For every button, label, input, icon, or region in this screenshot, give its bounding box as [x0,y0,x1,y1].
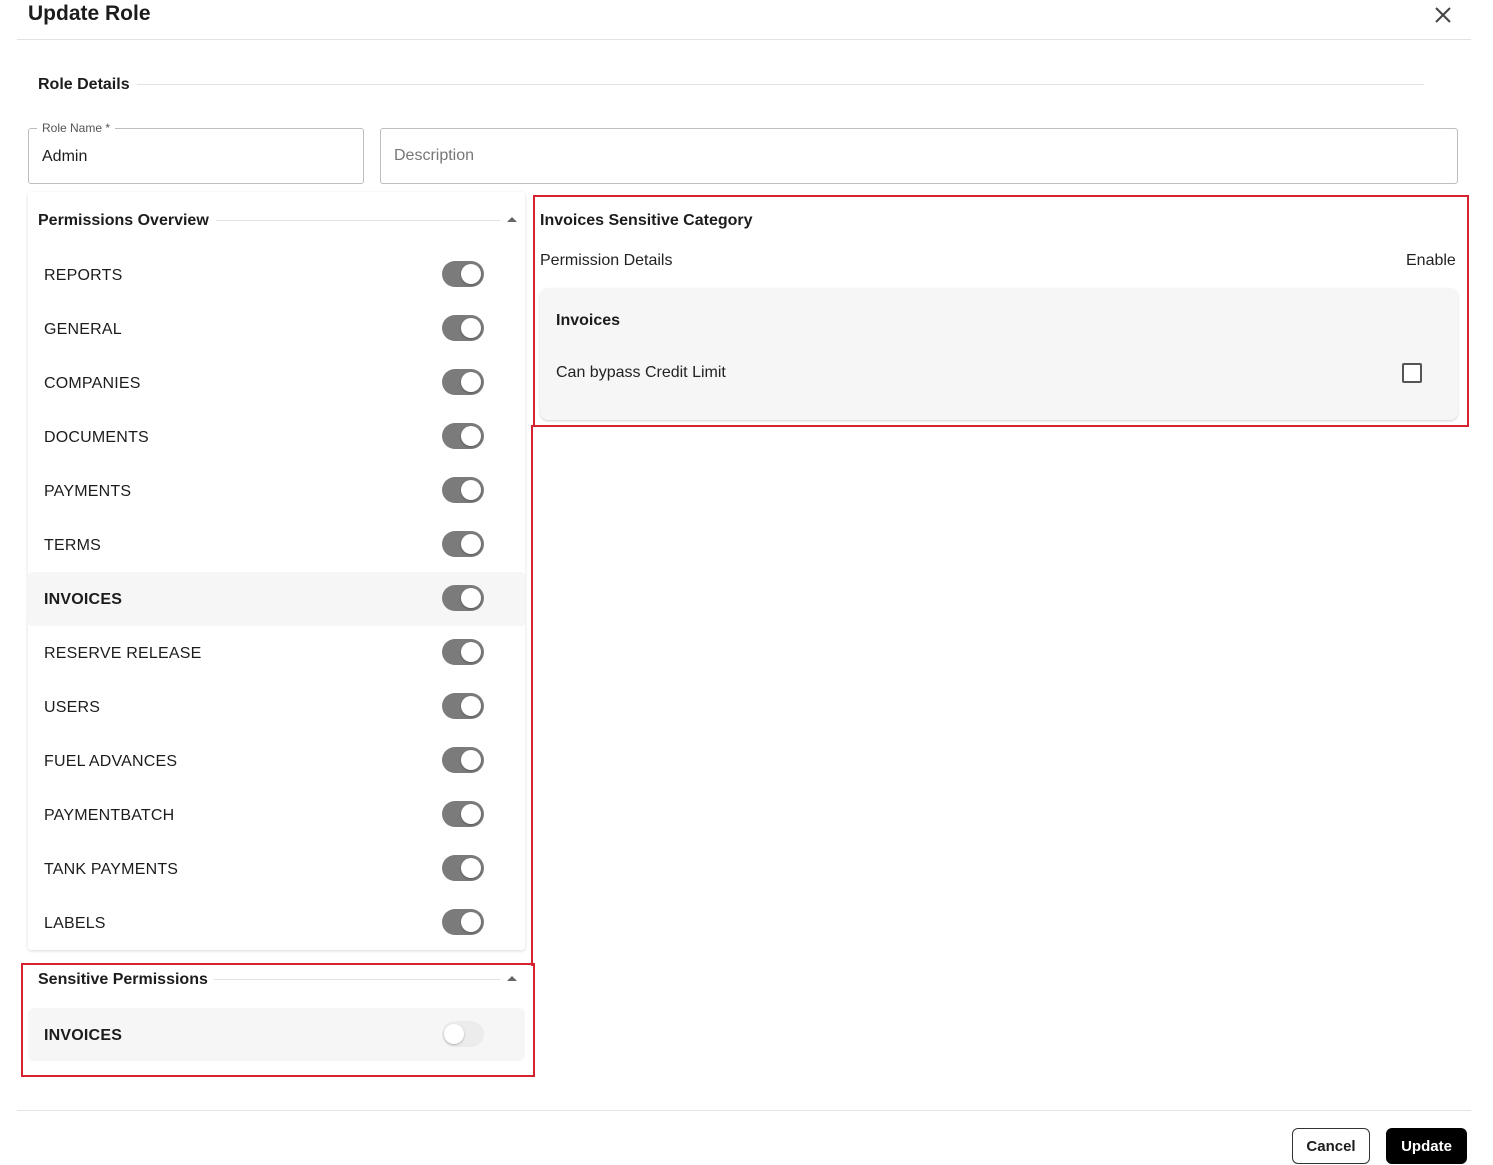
permission-row[interactable]: FUEL ADVANCES [28,734,525,788]
toggle-knob [461,372,481,392]
permission-row[interactable]: PAYMENTS [28,464,525,518]
permissions-overview-panel: Permissions Overview REPORTS GENERAL COMPA… [28,192,525,950]
permission-toggle[interactable] [442,315,484,341]
permission-label: PAYMENTS [44,483,132,500]
permission-toggle[interactable] [442,855,484,881]
toggle-knob [461,318,481,338]
permission-row[interactable]: PAYMENTBATCH [28,788,525,842]
permission-label: COMPANIES [44,375,141,392]
bypass-credit-limit-checkbox[interactable] [1402,363,1422,383]
permission-toggle[interactable] [442,693,484,719]
permissions-overview-title: Permissions Overview [38,212,209,229]
permission-row[interactable]: DOCUMENTS [28,410,525,464]
description-field[interactable]: Description [380,128,1458,184]
permission-toggle[interactable] [442,477,484,503]
dialog-title: Update Role [28,2,151,25]
permission-label: TERMS [44,537,101,554]
toggle-knob [461,534,481,554]
permission-toggle[interactable] [442,261,484,287]
permission-row[interactable]: INVOICES [28,572,525,626]
invoices-permission-card: Invoices Can bypass Credit Limit [540,288,1458,420]
permission-toggle[interactable] [442,801,484,827]
toggle-knob [461,426,481,446]
role-name-field[interactable]: Role Name * Admin [28,121,364,184]
enable-column-label: Enable [1406,252,1456,269]
toggle-knob [461,858,481,878]
toggle-knob [461,804,481,824]
role-details-title: Role Details [38,76,130,93]
permission-toggle[interactable] [442,369,484,395]
collapse-caret-icon[interactable] [507,217,517,222]
close-icon[interactable] [1432,4,1454,26]
permission-row[interactable]: GENERAL [28,302,525,356]
permission-toggle[interactable] [442,531,484,557]
toggle-knob [461,750,481,770]
permission-label: INVOICES [44,591,123,608]
toggle-knob [461,912,481,932]
permission-label: GENERAL [44,321,122,338]
sensitive-category-title: Invoices Sensitive Category [540,212,753,229]
description-placeholder: Description [394,147,475,164]
role-name-value: Admin [42,148,88,165]
role-name-label: Role Name * [37,121,116,135]
footer-divider [17,1110,1471,1111]
toggle-knob [444,1024,464,1044]
card-title: Invoices [556,312,621,329]
permission-toggle[interactable] [442,423,484,449]
permission-row[interactable]: TANK PAYMENTS [28,842,525,896]
toggle-knob [461,696,481,716]
sensitive-row-invoices[interactable]: INVOICES [28,1008,525,1061]
permission-row[interactable]: COMPANIES [28,356,525,410]
permission-label: LABELS [44,915,106,932]
sensitive-permissions-rule [214,979,500,980]
permission-toggle[interactable] [442,909,484,935]
highlight-connector [531,425,535,966]
sensitive-row-label: INVOICES [44,1027,123,1044]
permission-row[interactable]: RESERVE RELEASE [28,626,525,680]
permission-row[interactable]: USERS [28,680,525,734]
toggle-knob [461,588,481,608]
toggle-knob [461,642,481,662]
permission-label: TANK PAYMENTS [44,861,179,878]
permission-label: DOCUMENTS [44,429,149,446]
cancel-button[interactable]: Cancel [1292,1128,1370,1164]
permission-label: REPORTS [44,267,123,284]
permission-toggle[interactable] [442,585,484,611]
permission-label: USERS [44,699,101,716]
toggle-knob [461,480,481,500]
permission-toggle[interactable] [442,747,484,773]
permission-row[interactable]: REPORTS [28,248,525,302]
permission-row[interactable]: TERMS [28,518,525,572]
permissions-overview-rule [216,220,500,221]
role-details-rule [137,84,1424,85]
sensitive-invoices-toggle[interactable] [442,1021,484,1047]
permission-label: RESERVE RELEASE [44,645,202,662]
permission-toggle[interactable] [442,639,484,665]
collapse-caret-icon[interactable] [507,976,517,981]
bypass-credit-limit-label: Can bypass Credit Limit [556,364,726,381]
toggle-knob [461,264,481,284]
permission-row[interactable]: LABELS [28,896,525,950]
permission-label: PAYMENTBATCH [44,807,175,824]
update-button[interactable]: Update [1386,1128,1467,1164]
permission-label: FUEL ADVANCES [44,753,178,770]
header-divider [17,39,1471,40]
sensitive-permissions-title: Sensitive Permissions [38,971,208,988]
permission-details-label: Permission Details [540,252,673,269]
